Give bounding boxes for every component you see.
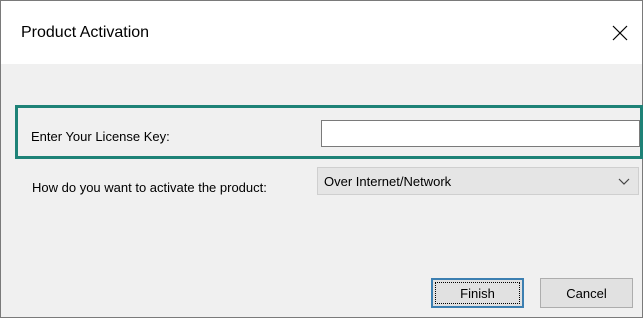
finish-button[interactable]: Finish — [431, 278, 524, 308]
cancel-button-label: Cancel — [566, 285, 607, 301]
finish-button-label: Finish — [460, 285, 495, 301]
product-activation-dialog: Product Activation Enter Your License Ke… — [0, 0, 643, 318]
title-bar: Product Activation — [1, 1, 642, 64]
close-icon — [612, 25, 628, 41]
close-button[interactable] — [598, 15, 642, 51]
license-key-row: Enter Your License Key: — [15, 105, 643, 159]
activation-method-value: Over Internet/Network — [324, 174, 452, 189]
license-key-label: Enter Your License Key: — [31, 129, 170, 144]
cancel-button[interactable]: Cancel — [540, 278, 633, 308]
chevron-down-icon — [618, 178, 630, 185]
window-title: Product Activation — [21, 24, 150, 41]
activation-method-dropdown[interactable]: Over Internet/Network — [317, 167, 639, 195]
license-key-input[interactable] — [321, 120, 640, 147]
activation-method-label: How do you want to activate the product: — [32, 180, 267, 195]
